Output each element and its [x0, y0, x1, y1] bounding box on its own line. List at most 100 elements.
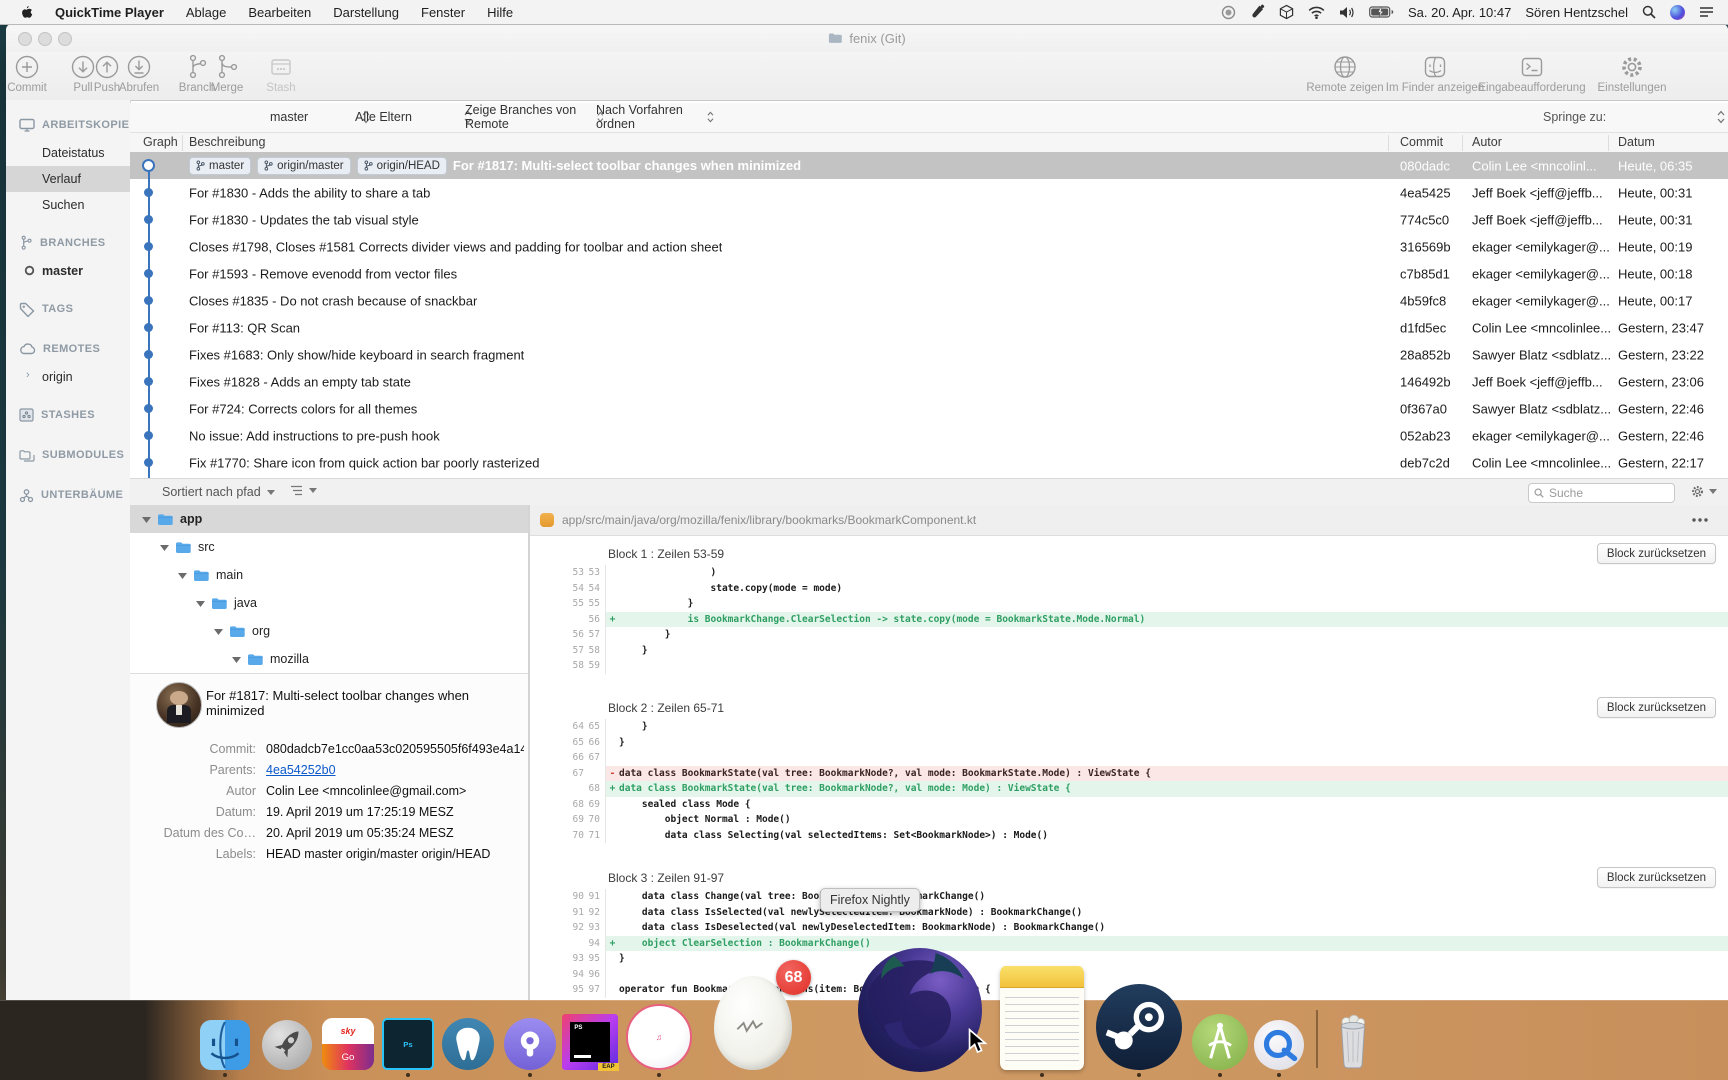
commit-button[interactable]: Commit	[6, 54, 51, 94]
commit-hash: 774c5c0	[1400, 212, 1449, 227]
filter-popup-3[interactable]: Nach Vorfahren ordnen	[596, 107, 714, 127]
menubar-clock[interactable]: Sa. 20. Apr. 10:47	[1408, 5, 1511, 20]
detail-label: Commit:	[130, 742, 256, 756]
jump-to-popup[interactable]: Springe zu:	[1543, 107, 1725, 127]
notification-center-icon[interactable]	[1699, 6, 1714, 18]
box-menu-icon[interactable]	[1279, 4, 1294, 20]
diff-menu-ellipsis[interactable]	[1692, 518, 1708, 522]
diff-settings-gear[interactable]	[1690, 484, 1717, 499]
commit-date: Heute, 06:35	[1618, 158, 1692, 173]
spotlight-icon[interactable]	[1642, 5, 1656, 19]
commit-row[interactable]: For #724: Corrects colors for all themes…	[130, 395, 1728, 422]
menu-fenster[interactable]: Fenster	[421, 5, 465, 20]
tree-item-app[interactable]: app	[130, 505, 528, 533]
commit-row[interactable]: Fixes #1683: Only show/hide keyboard in …	[130, 341, 1728, 368]
commit-row[interactable]: Fixes #1828 - Adds an empty tab state146…	[130, 368, 1728, 395]
diff-line: 9395}	[530, 951, 1728, 967]
block-reset-button[interactable]: Block zurücksetzen	[1597, 697, 1716, 718]
merge-icon	[215, 54, 239, 80]
sidebar-item-origin[interactable]: ›origin	[6, 364, 130, 390]
commit-icon	[14, 54, 40, 80]
menu-ablage[interactable]: Ablage	[186, 5, 226, 20]
column-header-commit[interactable]: Commit	[1400, 135, 1443, 149]
disclosure-triangle-icon[interactable]	[160, 544, 169, 551]
branch-badge[interactable]: origin/HEAD	[357, 157, 447, 175]
sidebar-item-dateistatus[interactable]: Dateistatus	[6, 140, 130, 166]
sort-mode-popup[interactable]: Sortiert nach pfad	[162, 485, 275, 499]
block-reset-button[interactable]: Block zurücksetzen	[1597, 543, 1716, 564]
commit-row[interactable]: For #113: QR Scand1fd5ecColin Lee <mncol…	[130, 314, 1728, 341]
settings-button[interactable]: Einstellungen	[1577, 54, 1687, 94]
commit-row[interactable]: masterorigin/masterorigin/HEADFor #1817:…	[130, 152, 1728, 179]
parent-commit-link[interactable]: 4ea54252b0	[266, 763, 336, 777]
command-prompt-button[interactable]: Eingabeaufforderung	[1477, 54, 1587, 94]
commit-row[interactable]: For #1830 - Updates the tab visual style…	[130, 206, 1728, 233]
commit-row[interactable]: Closes #1798, Closes #1581 Corrects divi…	[130, 233, 1728, 260]
apple-menu-icon[interactable]	[20, 5, 33, 20]
tree-item-main[interactable]: main	[130, 561, 528, 589]
dock-tooltip: Firefox Nightly	[820, 888, 920, 912]
commit-description: For #113: QR Scan	[189, 320, 300, 335]
commit-description: masterorigin/masterorigin/HEADFor #1817:…	[189, 157, 801, 175]
disclosure-triangle-icon[interactable]	[178, 572, 187, 579]
menubar-app-name[interactable]: QuickTime Player	[55, 5, 164, 20]
filter-popup-2[interactable]: Zeige Branches von Remote	[465, 107, 604, 127]
menu-darstellung[interactable]: Darstellung	[333, 5, 399, 20]
commit-date: Gestern, 23:47	[1618, 320, 1704, 335]
commit-row[interactable]: For #1593 - Remove evenodd from vector f…	[130, 260, 1728, 287]
commit-row[interactable]: Fix #1770: Share icon from quick action …	[130, 449, 1728, 476]
commit-date: Gestern, 22:46	[1618, 401, 1704, 416]
battery-charging-icon[interactable]	[1369, 6, 1394, 18]
disclosure-triangle-icon[interactable]	[232, 656, 241, 663]
block-reset-button[interactable]: Block zurücksetzen	[1597, 867, 1716, 888]
diff-line: 6465 }	[530, 719, 1728, 735]
show-in-finder-button[interactable]: Im Finder anzeigen	[1380, 54, 1490, 94]
commit-row[interactable]: For #1830 - Adds the ability to share a …	[130, 179, 1728, 206]
branch-badge[interactable]: origin/master	[257, 157, 350, 175]
merge-button[interactable]: Merge	[203, 54, 251, 94]
filter-popup-1[interactable]: Alle Eltern	[355, 107, 472, 127]
diff-line: 5758 }	[530, 643, 1728, 659]
commit-hash: 4ea5425	[1400, 185, 1451, 200]
sidebar-item-suchen[interactable]: Suchen	[6, 192, 130, 218]
screen-recording-icon[interactable]	[1221, 5, 1236, 20]
commit-row[interactable]: No issue: Add instructions to pre-push h…	[130, 422, 1728, 449]
tree-item-org[interactable]: org	[130, 617, 528, 645]
sidebar-item-verlauf[interactable]: Verlauf	[6, 166, 130, 192]
diff-line: 6970 object Normal : Mode()	[530, 812, 1728, 828]
detail-label: Datum:	[130, 805, 256, 819]
paint-app-menu-icon[interactable]	[1250, 4, 1265, 20]
column-header-beschreibung[interactable]: Beschreibung	[189, 135, 265, 149]
commit-row[interactable]: Closes #1835 - Do not crash because of s…	[130, 287, 1728, 314]
diff-line: 9293 data class IsDeselected(val newlyDe…	[530, 920, 1728, 936]
menu-bearbeiten[interactable]: Bearbeiten	[248, 5, 311, 20]
commit-author: Sawyer Blatz <sdblatz...	[1472, 401, 1611, 416]
tree-item-src[interactable]: src	[130, 533, 528, 561]
commit-author: Jeff Boek <jeff@jeffb...	[1472, 212, 1603, 227]
column-header-graph[interactable]: Graph	[143, 135, 178, 149]
column-header-autor[interactable]: Autor	[1472, 135, 1502, 149]
commit-description: For #1830 - Updates the tab visual style	[189, 212, 419, 227]
menu-hilfe[interactable]: Hilfe	[487, 5, 513, 20]
branch-badge[interactable]: master	[189, 157, 251, 175]
disclosure-triangle-icon[interactable]	[142, 516, 151, 523]
commit-hash: 4b59fc8	[1400, 293, 1446, 308]
diff-line: 5657 }	[530, 627, 1728, 643]
diff-block: Block 1 : Zeilen 53-59Block zurücksetzen…	[530, 565, 1728, 674]
tree-item-mozilla[interactable]: mozilla	[130, 645, 528, 673]
volume-icon[interactable]	[1339, 6, 1355, 19]
branch-ring-icon	[24, 265, 35, 276]
fetch-button[interactable]: Abrufen	[115, 54, 163, 94]
disclosure-triangle-icon[interactable]	[214, 628, 223, 635]
search-input[interactable]: Suche	[1528, 483, 1675, 503]
sidebar-item-master[interactable]: master	[6, 258, 130, 284]
column-header-datum[interactable]: Datum	[1618, 135, 1655, 149]
view-mode-popup[interactable]	[290, 485, 317, 496]
wifi-icon[interactable]	[1308, 6, 1325, 19]
menubar-user[interactable]: Sören Hentzschel	[1525, 5, 1628, 20]
menu-bar: QuickTime Player Ablage Bearbeiten Darstel…	[0, 0, 1728, 25]
siri-icon[interactable]	[1670, 5, 1685, 20]
disclosure-triangle-icon[interactable]	[196, 600, 205, 607]
tree-item-java[interactable]: java	[130, 589, 528, 617]
commit-author: ekager <emilykager@...	[1472, 266, 1610, 281]
